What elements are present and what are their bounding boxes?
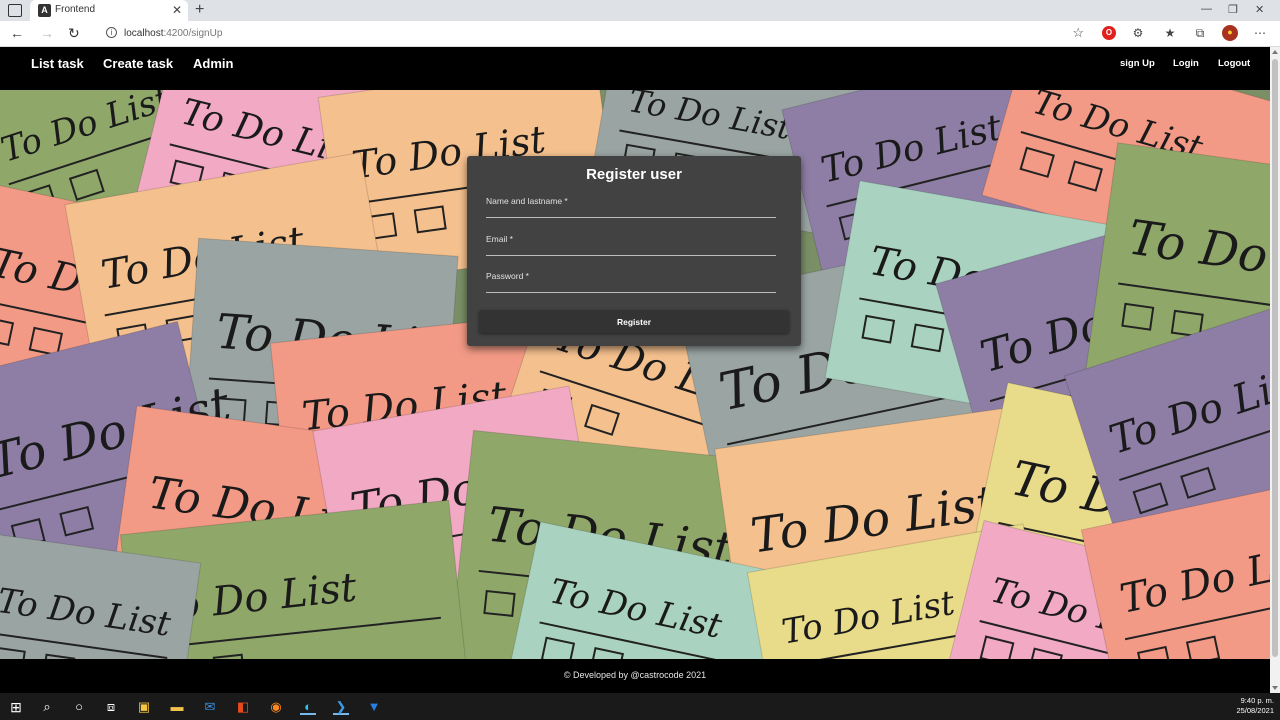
nav-logout[interactable]: Logout — [1218, 58, 1250, 69]
back-icon[interactable]: ← — [10, 25, 24, 41]
browser-toolbar: ← → ↻ i localhost:4200/signUp ☆ O ⚙ ★ ⧉ … — [0, 21, 1280, 47]
browser-tab-strip: A Frontend ✕ + — ❐ ✕ — [0, 0, 1280, 21]
register-title: Register user — [586, 166, 682, 183]
page-footer: © Developed by @castrocode 2021 — [0, 659, 1270, 693]
favorite-star-icon[interactable]: ☆ — [1072, 25, 1084, 41]
extensions-icon[interactable]: ⚙ — [1131, 26, 1145, 40]
collections-icon[interactable]: ⧉ — [1193, 26, 1207, 40]
task-view-icon[interactable]: ⧈ — [103, 699, 119, 715]
app-icon[interactable]: ▼ — [366, 699, 382, 715]
nav-list-task[interactable]: List task — [31, 56, 84, 71]
address-bar[interactable]: i localhost:4200/signUp ☆ — [96, 23, 1092, 44]
name-field[interactable]: Name and lastname * — [486, 196, 776, 218]
nav-login[interactable]: Login — [1173, 58, 1199, 69]
office-icon[interactable]: ◧ — [235, 699, 251, 715]
more-menu-icon[interactable]: ⋯ — [1253, 26, 1267, 40]
close-tab-icon[interactable]: ✕ — [172, 3, 182, 17]
mail-icon[interactable]: ✉ — [202, 699, 218, 715]
scroll-up-icon[interactable] — [1272, 50, 1278, 54]
url-text[interactable]: localhost:4200/signUp — [124, 28, 222, 39]
app-navbar: List task Create task Admin sign Up Logi… — [0, 47, 1270, 90]
file-explorer-icon[interactable]: ▬ — [169, 699, 185, 715]
todo-notes-background-image: To Do List To Do ListTo Do ListTo Do List… — [0, 47, 1270, 693]
email-field[interactable]: Email * — [486, 234, 776, 256]
email-input[interactable] — [486, 234, 776, 255]
search-icon[interactable]: ⌕ — [39, 699, 55, 715]
store-icon[interactable]: ▣ — [136, 699, 152, 715]
opera-extension-icon[interactable]: O — [1102, 26, 1116, 40]
site-info-icon[interactable]: i — [106, 27, 117, 38]
tab-actions-icon[interactable] — [8, 4, 22, 17]
maximize-icon[interactable]: ❐ — [1228, 3, 1238, 16]
forward-icon[interactable]: → — [40, 25, 54, 41]
browser-tab[interactable]: A Frontend ✕ — [30, 0, 188, 21]
clock-date: 25/08/2021 — [1236, 706, 1274, 715]
nav-sign-up[interactable]: sign Up — [1120, 58, 1155, 69]
favorites-icon[interactable]: ★ — [1163, 26, 1177, 40]
minimize-icon[interactable]: — — [1201, 3, 1212, 15]
system-clock[interactable]: 9:40 p. m. 25/08/2021 — [1236, 696, 1274, 716]
page-viewport: To Do List To Do List To Do List To Do List… — [0, 47, 1270, 693]
profile-avatar-icon[interactable]: ● — [1222, 25, 1238, 41]
tab-title: Frontend — [55, 4, 96, 15]
register-card: Register user Name and lastname * Email … — [467, 156, 801, 346]
windows-taskbar: ⊞ ⌕ ○ ⧈ ▣ ▬ ✉ ◧ ◉ ◐ ❯ ▼ 9:40 p. m. 25/08… — [0, 693, 1280, 720]
page-scrollbar[interactable] — [1270, 47, 1280, 693]
reload-icon[interactable]: ↻ — [68, 25, 80, 42]
register-button[interactable]: Register — [479, 310, 789, 333]
footer-text: © Developed by @castrocode 2021 — [563, 670, 707, 680]
nav-create-task[interactable]: Create task — [103, 56, 173, 71]
password-input[interactable] — [486, 271, 776, 292]
password-field[interactable]: Password * — [486, 271, 776, 293]
scroll-down-icon[interactable] — [1272, 686, 1278, 690]
vscode-icon[interactable]: ❯ — [333, 699, 349, 715]
windows-start-icon[interactable]: ⊞ — [8, 699, 24, 715]
angular-favicon-icon: A — [38, 4, 51, 17]
name-input[interactable] — [486, 196, 776, 217]
cortana-icon[interactable]: ○ — [71, 699, 87, 715]
nav-admin[interactable]: Admin — [193, 56, 233, 71]
clock-time: 9:40 p. m. — [1240, 696, 1274, 705]
firefox-icon[interactable]: ◉ — [268, 699, 284, 715]
edge-icon[interactable]: ◐ — [300, 699, 316, 715]
close-window-icon[interactable]: ✕ — [1255, 3, 1264, 16]
new-tab-button[interactable]: + — [195, 1, 204, 19]
scroll-thumb[interactable] — [1272, 59, 1278, 657]
